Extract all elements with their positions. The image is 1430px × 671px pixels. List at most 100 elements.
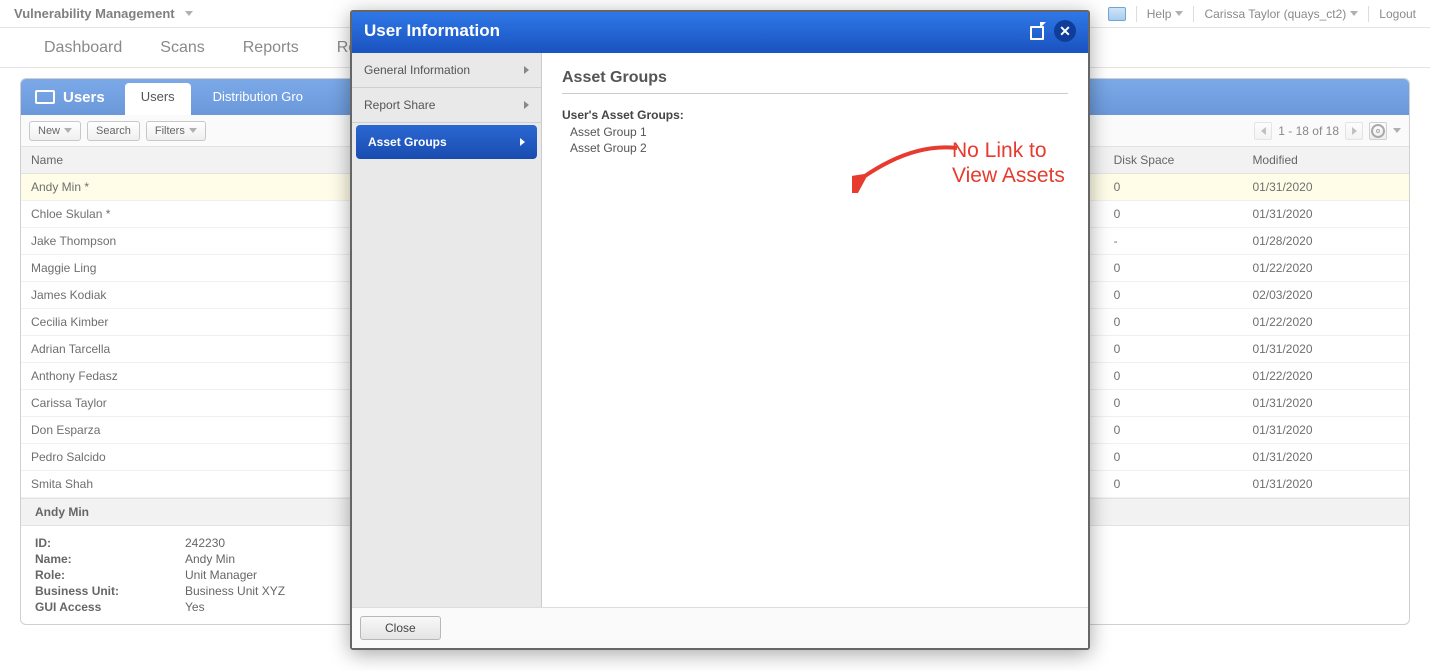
modal-body: General Information Report Share Asset G… [352, 53, 1088, 607]
filters-button[interactable]: Filters [146, 121, 206, 141]
toolbar-right: 1 - 18 of 18 [1254, 122, 1401, 140]
users-badge: Users [21, 79, 119, 115]
user-display: Carissa Taylor (quays_ct2) [1204, 7, 1346, 21]
kv-value: Unit Manager [185, 568, 257, 582]
cell-disk: 0 [1104, 174, 1243, 201]
content-subhead: User's Asset Groups: [562, 108, 1068, 122]
modal-title-bar[interactable]: User Information ✕ [352, 12, 1088, 53]
cell-disk: 0 [1104, 444, 1243, 471]
chevron-down-icon [1175, 11, 1183, 16]
popout-icon[interactable] [1028, 22, 1046, 40]
cell-disk: 0 [1104, 282, 1243, 309]
modal-side-nav: General Information Report Share Asset G… [352, 53, 542, 607]
cell-modified: 01/31/2020 [1242, 444, 1409, 471]
cell-modified: 01/31/2020 [1242, 390, 1409, 417]
user-menu[interactable]: Carissa Taylor (quays_ct2) [1204, 7, 1358, 21]
tab-users[interactable]: Users [125, 83, 191, 115]
chevron-right-icon [524, 66, 529, 74]
triangle-left-icon [1261, 127, 1266, 135]
chevron-down-icon [64, 128, 72, 133]
close-button[interactable]: Close [360, 616, 441, 640]
pager-next[interactable] [1345, 122, 1363, 140]
chevron-down-icon [1350, 11, 1358, 16]
help-label: Help [1147, 7, 1172, 21]
new-button[interactable]: New [29, 121, 81, 141]
cell-modified: 01/31/2020 [1242, 336, 1409, 363]
nav-asset-groups[interactable]: Asset Groups [356, 125, 537, 159]
separator [1193, 6, 1194, 22]
kv-label: Name: [35, 552, 185, 566]
cell-disk: 0 [1104, 471, 1243, 498]
logout-link[interactable]: Logout [1379, 7, 1416, 21]
nav-label: Asset Groups [368, 135, 447, 149]
app-selector[interactable]: Vulnerability Management [14, 6, 193, 21]
settings-button[interactable] [1369, 122, 1387, 140]
filters-label: Filters [155, 125, 185, 137]
cell-disk: 0 [1104, 336, 1243, 363]
search-button[interactable]: Search [87, 121, 140, 141]
cell-disk: 0 [1104, 255, 1243, 282]
tab-dashboard[interactable]: Dashboard [40, 29, 126, 67]
chevron-right-icon [524, 101, 529, 109]
nav-label: Report Share [364, 98, 435, 112]
tab-scans[interactable]: Scans [156, 29, 208, 67]
kv-value: Andy Min [185, 552, 235, 566]
kv-label: GUI Access [35, 600, 185, 614]
cell-disk: 0 [1104, 309, 1243, 336]
app-name: Vulnerability Management [14, 6, 175, 21]
cell-disk: 0 [1104, 363, 1243, 390]
content-heading: Asset Groups [562, 69, 1068, 87]
cell-modified: 01/28/2020 [1242, 228, 1409, 255]
chevron-down-icon [1393, 128, 1401, 133]
cell-modified: 01/31/2020 [1242, 174, 1409, 201]
gear-icon [1371, 124, 1385, 138]
col-modified[interactable]: Modified [1242, 147, 1409, 174]
cell-modified: 01/31/2020 [1242, 417, 1409, 444]
pager-prev[interactable] [1254, 122, 1272, 140]
section-label: Users [63, 89, 105, 106]
kv-label: ID: [35, 536, 185, 550]
help-menu[interactable]: Help [1147, 7, 1184, 21]
chevron-right-icon [520, 138, 525, 146]
logout-label: Logout [1379, 7, 1416, 21]
kv-value: Business Unit XYZ [185, 584, 285, 598]
separator [1368, 6, 1369, 22]
kv-label: Business Unit: [35, 584, 185, 598]
user-info-modal: User Information ✕ General Information R… [350, 10, 1090, 650]
cell-modified: 01/31/2020 [1242, 471, 1409, 498]
cell-disk: 0 [1104, 390, 1243, 417]
nav-report-share[interactable]: Report Share [352, 88, 541, 123]
new-label: New [38, 125, 60, 137]
annotation-arrow-icon [852, 133, 962, 193]
kv-label: Role: [35, 568, 185, 582]
modal-content: Asset Groups User's Asset Groups: Asset … [542, 53, 1088, 607]
messages-icon[interactable] [1108, 7, 1126, 21]
annotation-text: No Link to View Assets [952, 138, 1065, 188]
close-icon[interactable]: ✕ [1054, 20, 1076, 42]
cell-modified: 01/31/2020 [1242, 201, 1409, 228]
id-card-icon [35, 90, 55, 104]
cell-disk: 0 [1104, 417, 1243, 444]
separator [1136, 6, 1137, 22]
nav-filler [352, 161, 541, 607]
divider [562, 93, 1068, 94]
chevron-down-icon [185, 11, 193, 16]
modal-title: User Information [364, 21, 500, 41]
tab-reports[interactable]: Reports [239, 29, 303, 67]
tab-distribution-groups[interactable]: Distribution Gro [197, 83, 319, 115]
cell-modified: 01/22/2020 [1242, 309, 1409, 336]
cell-disk: - [1104, 228, 1243, 255]
pager-label: 1 - 18 of 18 [1278, 124, 1339, 138]
topbar-right: Help Carissa Taylor (quays_ct2) Logout [1108, 6, 1416, 22]
kv-value: 242230 [185, 536, 225, 550]
kv-value: Yes [185, 600, 205, 614]
triangle-right-icon [1352, 127, 1357, 135]
modal-footer: Close [352, 607, 1088, 648]
chevron-down-icon [189, 128, 197, 133]
cell-modified: 01/22/2020 [1242, 363, 1409, 390]
search-label: Search [96, 125, 131, 137]
nav-general-info[interactable]: General Information [352, 53, 541, 88]
cell-modified: 01/22/2020 [1242, 255, 1409, 282]
col-disk[interactable]: Disk Space [1104, 147, 1243, 174]
nav-label: General Information [364, 63, 470, 77]
